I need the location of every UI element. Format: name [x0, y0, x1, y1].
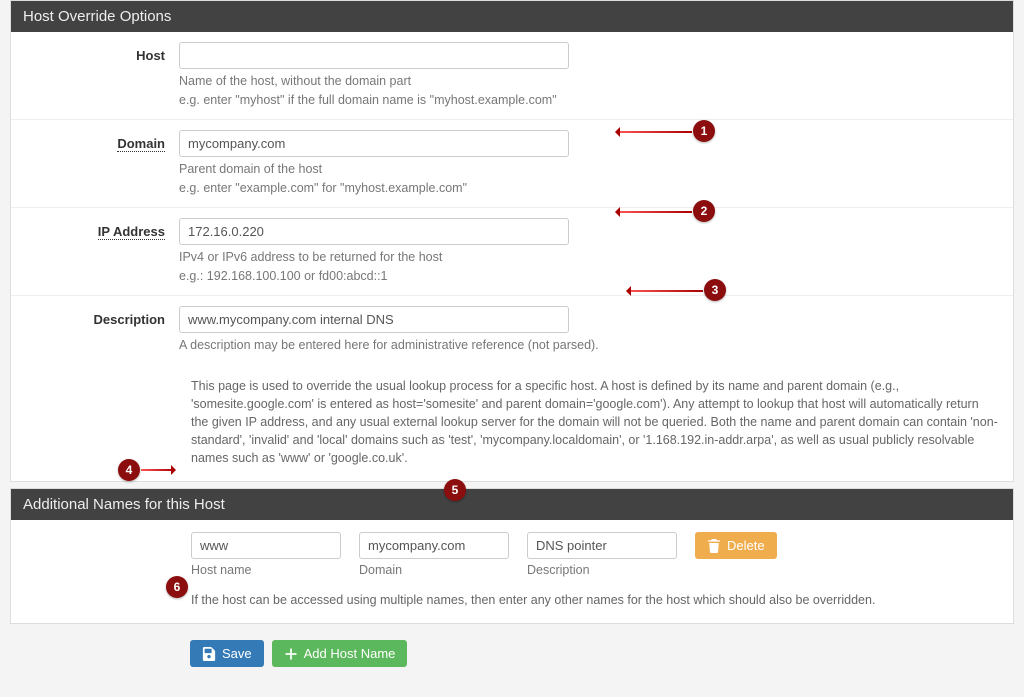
- host-help: Name of the host, without the domain par…: [179, 73, 999, 91]
- host-row: Host Name of the host, without the domai…: [11, 32, 1013, 120]
- domain-label: Domain: [117, 136, 165, 152]
- alias-host-label: Host name: [191, 563, 341, 577]
- domain-input[interactable]: [179, 130, 569, 157]
- alias-description-label: Description: [527, 563, 677, 577]
- save-button[interactable]: Save: [190, 640, 264, 667]
- description-input[interactable]: [179, 306, 569, 333]
- panel2-title: Additional Names for this Host: [11, 489, 1013, 520]
- ip-input[interactable]: [179, 218, 569, 245]
- plus-icon: [284, 647, 298, 661]
- domain-row: Domain Parent domain of the host e.g. en…: [11, 120, 1013, 208]
- host-help-example: e.g. enter "myhost" if the full domain n…: [179, 92, 999, 110]
- domain-help: Parent domain of the host: [179, 161, 999, 179]
- alias-domain-label: Domain: [359, 563, 509, 577]
- add-host-name-label: Add Host Name: [304, 646, 396, 661]
- ip-row: IP Address IPv4 or IPv6 address to be re…: [11, 208, 1013, 296]
- ip-help-example: e.g.: 192.168.100.100 or fd00:abcd::1: [179, 268, 999, 286]
- additional-names-panel: Additional Names for this Host Host name…: [10, 488, 1014, 624]
- delete-button[interactable]: Delete: [695, 532, 777, 559]
- ip-help: IPv4 or IPv6 address to be returned for …: [179, 249, 999, 267]
- trash-icon: [707, 539, 721, 553]
- button-row: Save Add Host Name: [10, 630, 1014, 697]
- add-host-name-button[interactable]: Add Host Name: [272, 640, 408, 667]
- panel-title: Host Override Options: [11, 1, 1013, 32]
- save-button-label: Save: [222, 646, 252, 661]
- alias-host-input[interactable]: [191, 532, 341, 559]
- description-label: Description: [11, 306, 179, 355]
- host-override-panel: Host Override Options Host Name of the h…: [10, 0, 1014, 482]
- alias-row: Host name Domain Description Delete: [11, 520, 1013, 583]
- override-info-text: This page is used to override the usual …: [11, 365, 1013, 482]
- ip-label: IP Address: [98, 224, 165, 240]
- delete-button-label: Delete: [727, 538, 765, 553]
- host-input[interactable]: [179, 42, 569, 69]
- save-icon: [202, 647, 216, 661]
- host-label: Host: [11, 42, 179, 109]
- alias-help: If the host can be accessed using multip…: [11, 583, 1013, 623]
- alias-description-input[interactable]: [527, 532, 677, 559]
- domain-help-example: e.g. enter "example.com" for "myhost.exa…: [179, 180, 999, 198]
- description-help: A description may be entered here for ad…: [179, 337, 999, 355]
- alias-domain-input[interactable]: [359, 532, 509, 559]
- description-row: Description A description may be entered…: [11, 296, 1013, 365]
